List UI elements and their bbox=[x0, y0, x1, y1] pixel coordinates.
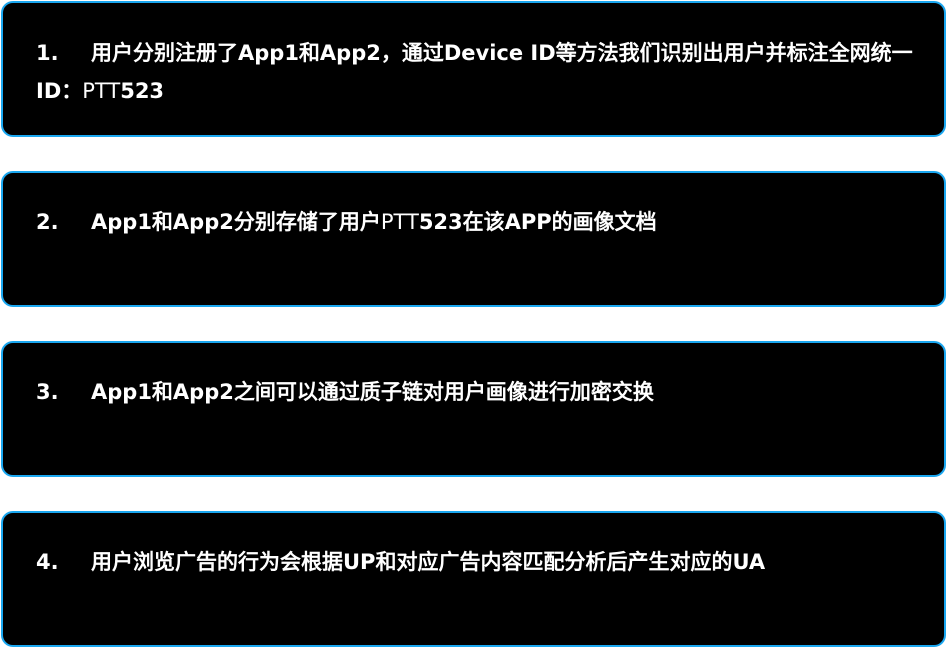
step-card-2: 2. App1和App2分别存储了用户PTT523在该APP的画像文档 bbox=[1, 171, 946, 307]
step-text-id-prefix: PTT bbox=[82, 79, 121, 103]
step-line-2: 2. App1和App2分别存储了用户PTT523在该APP的画像文档 bbox=[36, 203, 914, 241]
step-line-1: 1. 用户分别注册了App1和App2，通过Device ID等方法我们识别出用户… bbox=[36, 34, 914, 110]
step-text: App1和App2之间可以通过质子链对用户画像进行加密交换 bbox=[91, 380, 654, 404]
step-text-id-prefix: PTT bbox=[380, 210, 419, 234]
step-number: 3. bbox=[36, 380, 59, 404]
step-text: App1和App2分别存储了用户 bbox=[91, 210, 381, 234]
step-text: 用户浏览广告的行为会根据UP和对应广告内容匹配分析后产生对应的UA bbox=[91, 550, 766, 574]
step-line-4: 4. 用户浏览广告的行为会根据UP和对应广告内容匹配分析后产生对应的UA bbox=[36, 543, 914, 581]
step-number: 2. bbox=[36, 210, 59, 234]
step-number: 1. bbox=[36, 41, 59, 65]
step-number: 4. bbox=[36, 550, 59, 574]
step-text: 用户分别注册了App1和App2，通过Device ID等方法我们识别出用户并标… bbox=[36, 41, 913, 103]
step-text-id-suffix: 523 bbox=[120, 79, 165, 103]
step-card-3: 3. App1和App2之间可以通过质子链对用户画像进行加密交换 bbox=[1, 341, 946, 477]
step-line-3: 3. App1和App2之间可以通过质子链对用户画像进行加密交换 bbox=[36, 373, 914, 411]
step-text-rest: 523在该APP的画像文档 bbox=[418, 210, 657, 234]
step-card-4: 4. 用户浏览广告的行为会根据UP和对应广告内容匹配分析后产生对应的UA bbox=[1, 511, 946, 647]
step-card-1: 1. 用户分别注册了App1和App2，通过Device ID等方法我们识别出用户… bbox=[1, 1, 946, 137]
